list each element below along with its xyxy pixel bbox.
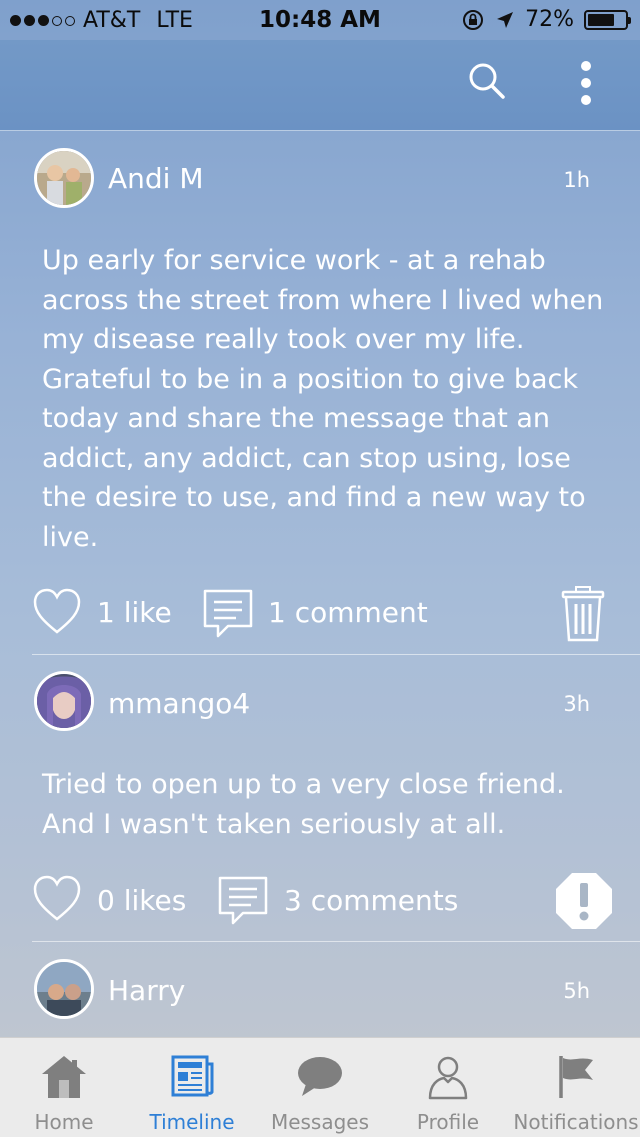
tab-label: Notifications xyxy=(513,1110,639,1134)
report-icon[interactable] xyxy=(554,871,614,931)
tab-notifications[interactable]: Notifications xyxy=(512,1038,640,1137)
app-bar xyxy=(0,40,640,131)
like-count[interactable]: 0 likes xyxy=(97,884,186,917)
tab-bar: Home Timeline Messages Profile Notificat… xyxy=(0,1037,640,1137)
search-icon[interactable] xyxy=(466,60,506,100)
avatar[interactable] xyxy=(34,671,94,731)
post-body: Up early for service work - at a rehab a… xyxy=(42,245,604,553)
tab-label: Profile xyxy=(416,1110,480,1134)
tab-label: Home xyxy=(34,1110,94,1134)
newspaper-icon xyxy=(171,1055,214,1097)
avatar[interactable] xyxy=(34,148,94,208)
flag-icon xyxy=(559,1056,593,1098)
comment-count[interactable]: 3 comments xyxy=(284,884,458,917)
author-name[interactable]: Harry xyxy=(108,974,185,1007)
post-time: 3h xyxy=(563,692,590,716)
comment-icon[interactable] xyxy=(202,588,254,640)
status-bar: AT&T LTE 10:48 AM 72% xyxy=(0,0,640,40)
battery-percent: 72% xyxy=(525,7,574,32)
author-name[interactable]: Andi M xyxy=(108,162,204,195)
tab-label: Messages xyxy=(270,1110,370,1134)
more-vertical-icon[interactable] xyxy=(574,58,598,108)
post-actions: 0 likes 3 comments xyxy=(0,869,640,929)
home-icon xyxy=(42,1056,86,1098)
person-icon xyxy=(428,1056,468,1100)
post-actions: 1 like 1 comment xyxy=(0,582,640,642)
tab-label: Timeline xyxy=(149,1110,235,1134)
chat-bubble-icon xyxy=(298,1057,342,1096)
comment-count[interactable]: 1 comment xyxy=(268,596,428,629)
post-card: Andi M 1h Up early for service work - at… xyxy=(0,130,640,655)
post-time: 1h xyxy=(563,168,590,192)
post-card: mmango4 3h Tried to open up to a very cl… xyxy=(0,655,640,942)
battery-icon xyxy=(584,9,631,30)
rotation-lock-icon xyxy=(463,9,484,30)
tab-timeline[interactable]: Timeline xyxy=(128,1038,256,1137)
post-body: Tried to open up to a very close friend.… xyxy=(42,769,565,840)
tab-profile[interactable]: Profile xyxy=(384,1038,512,1137)
avatar[interactable] xyxy=(34,959,94,1019)
author-name[interactable]: mmango4 xyxy=(108,687,250,720)
post-time: 5h xyxy=(563,979,590,1003)
post-card: Harry 5h xyxy=(0,942,640,1037)
like-count[interactable]: 1 like xyxy=(97,596,172,629)
tab-messages[interactable]: Messages xyxy=(256,1038,384,1137)
location-arrow-icon xyxy=(497,11,514,28)
heart-icon[interactable] xyxy=(32,875,82,923)
tab-home[interactable]: Home xyxy=(0,1038,128,1137)
heart-icon[interactable] xyxy=(32,588,82,636)
trash-icon[interactable] xyxy=(560,586,606,642)
comment-icon[interactable] xyxy=(217,875,269,927)
